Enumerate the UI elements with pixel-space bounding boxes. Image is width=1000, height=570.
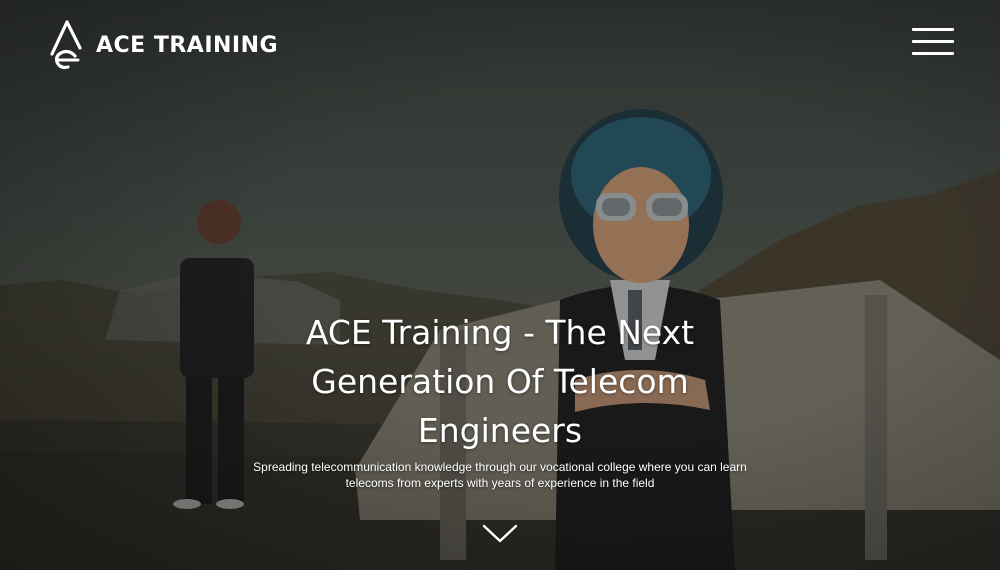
hamburger-menu-icon[interactable] [912,28,954,56]
ace-logo-icon [50,20,82,70]
menu-line-middle [912,40,954,43]
hero-title: ACE Training - The Next Generation Of Te… [305,313,695,450]
chevron-down-icon[interactable] [482,524,518,544]
logo-link[interactable]: ACE TRAINING [48,20,278,70]
menu-line-bottom [912,52,954,55]
menu-line-top [912,28,954,31]
logo-text: ACE TRAINING [96,32,279,58]
hero-subtitle: Spreading telecommunication knowledge th… [253,460,747,490]
